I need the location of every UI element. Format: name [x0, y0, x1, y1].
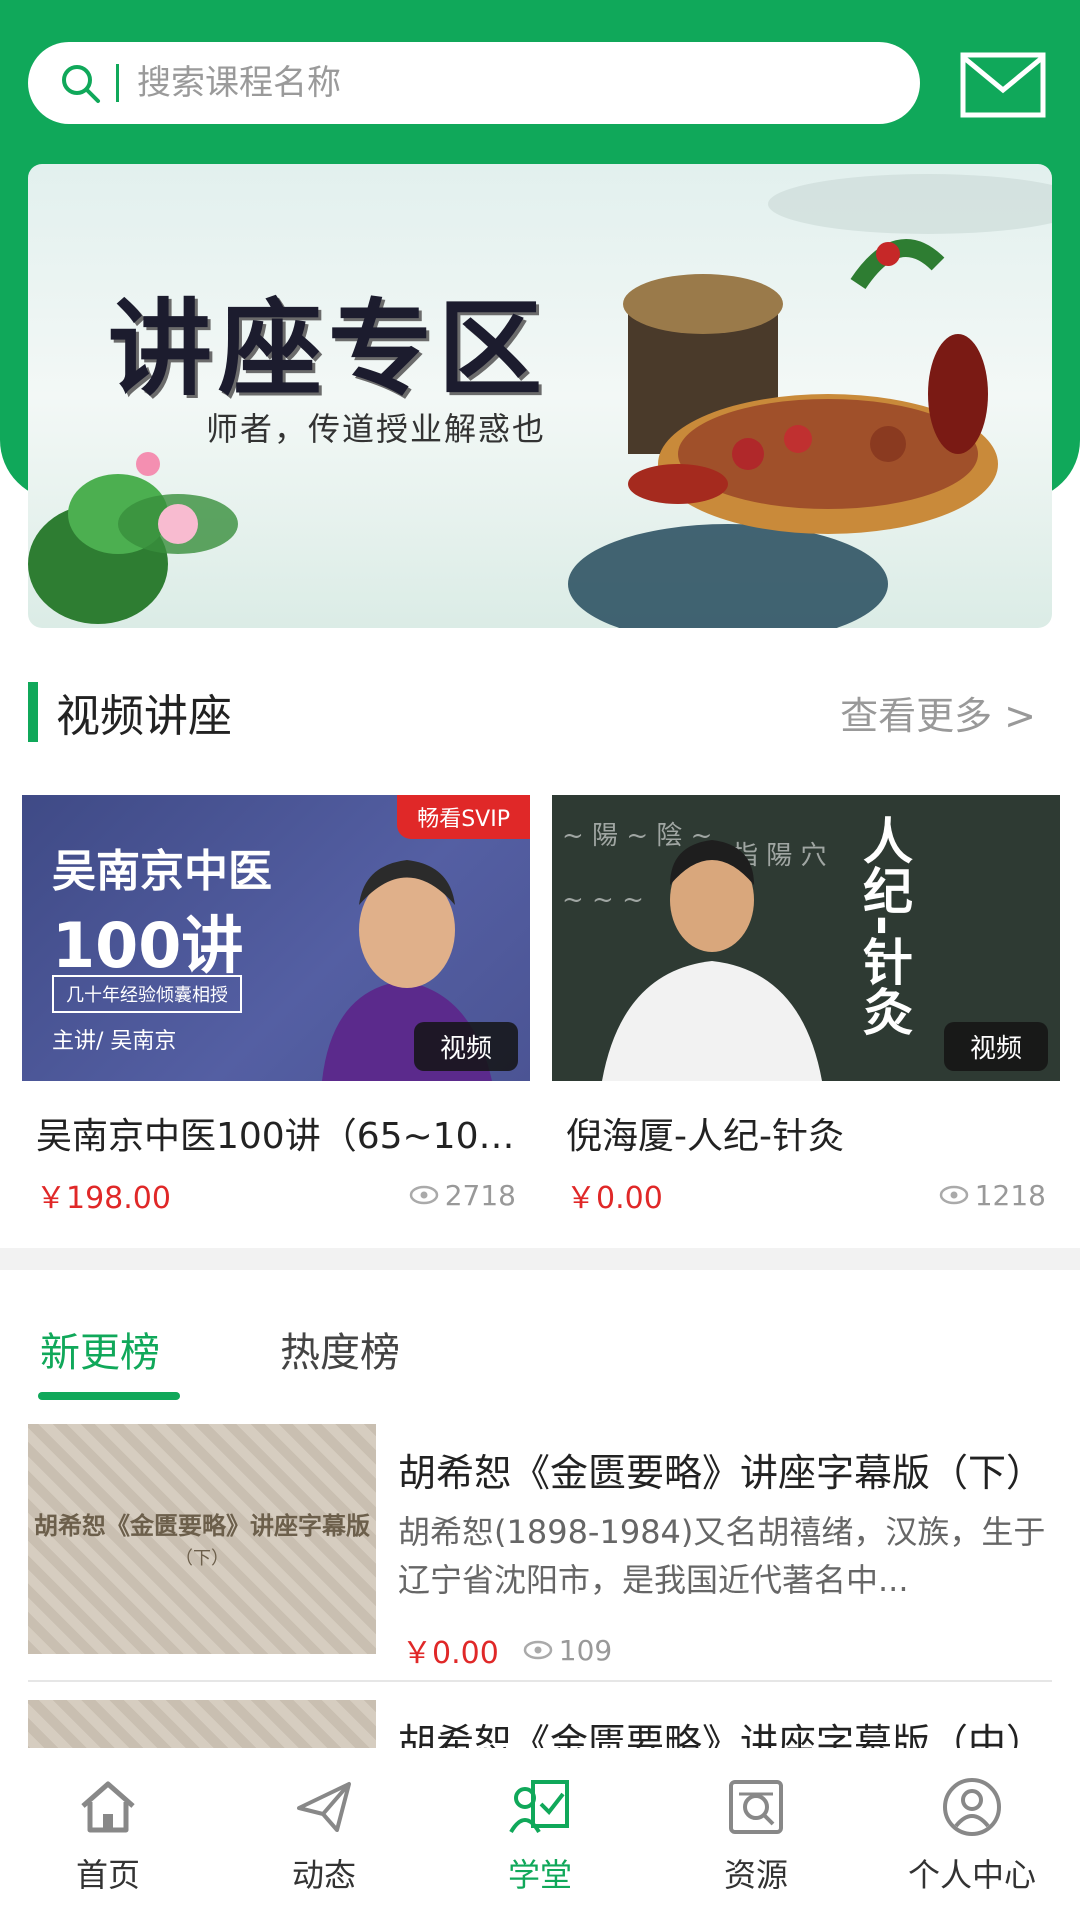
thumb-lecturer: 主讲/ 吴南京: [52, 1029, 177, 1054]
nav-label: 资源: [723, 1856, 788, 1894]
search-input[interactable]: [137, 63, 837, 103]
nav-label: 学堂: [507, 1856, 572, 1894]
ranking-tabs: 新更榜 热度榜: [28, 1300, 508, 1400]
home-icon: [81, 1781, 135, 1833]
course-card[interactable]: 吴南京中医 100讲 几十年经验倾囊相授 主讲/ 吴南京 畅看SVIP 视频 吴…: [22, 795, 530, 1217]
list-separator: [28, 1680, 1052, 1682]
course-thumbnail[interactable]: 吴南京中医 100讲 几十年经验倾囊相授 主讲/ 吴南京 畅看SVIP 视频: [22, 795, 530, 1081]
view-count: 1218: [939, 1179, 1046, 1212]
course-card[interactable]: ~ 陽 ~ 陰 ~ ~ ~ ~ 指 陽 穴 人纪-针灸 视频 倪海厦-人纪-针灸…: [552, 795, 1060, 1217]
thumb-title: 人纪-针灸: [855, 815, 913, 1036]
nav-study[interactable]: 学堂: [432, 1748, 648, 1920]
nav-label: 动态: [291, 1856, 356, 1894]
paper-plane-icon: [297, 1782, 351, 1832]
eye-icon: [523, 1640, 553, 1660]
thumb-number: 100讲: [52, 909, 244, 982]
tab-new[interactable]: 新更榜: [28, 1300, 172, 1400]
course-name[interactable]: 倪海厦-人纪-针灸: [552, 1107, 1052, 1159]
course-price: ￥198.00: [36, 1181, 171, 1216]
eye-icon: [409, 1185, 438, 1205]
course-name[interactable]: 吴南京中医100讲（65~10…: [22, 1107, 522, 1159]
course-price: ￥0.00: [566, 1181, 663, 1216]
course-thumbnail[interactable]: ~ 陽 ~ 陰 ~ ~ ~ ~ 指 陽 穴 人纪-针灸 视频: [552, 795, 1060, 1081]
section-divider: [0, 1248, 1080, 1270]
video-type-badge: 视频: [943, 1022, 1048, 1071]
list-item-title[interactable]: 胡希恕《金匮要略》讲座字幕版（中）: [398, 1712, 1048, 1748]
view-count-value: 109: [558, 1633, 613, 1667]
thumb-note: （下）: [175, 1548, 229, 1569]
resource-search-icon: [729, 1780, 783, 1834]
view-count: 109: [523, 1634, 612, 1667]
search-icon: [62, 65, 100, 103]
mail-icon[interactable]: [960, 52, 1046, 118]
thumb-title: 胡希恕《金匮要略》讲座字幕版: [34, 1512, 370, 1540]
thumb-title: 吴南京中医: [52, 846, 272, 897]
list-item-thumbnail[interactable]: [28, 1700, 376, 1748]
list-item[interactable]: 胡希恕《金匮要略》讲座字幕版（中）: [28, 1700, 1052, 1748]
banner-subtitle: 师者，传道授业解惑也: [206, 410, 547, 448]
promo-banner[interactable]: 讲座专区 师者，传道授业解惑也: [28, 164, 1052, 628]
banner-title: 讲座专区: [108, 288, 549, 410]
svip-badge: 畅看SVIP: [397, 795, 530, 839]
list-item-price: ￥0.00: [402, 1636, 499, 1671]
thumb-subtitle: 几十年经验倾囊相授: [52, 975, 242, 1013]
active-tab-indicator: [38, 1392, 180, 1400]
nav-profile[interactable]: 个人中心: [864, 1748, 1080, 1920]
user-icon: [943, 1778, 1001, 1836]
view-more-link[interactable]: 查看更多 >: [840, 685, 1036, 740]
list-item[interactable]: 胡希恕《金匮要略》讲座字幕版 （下） 胡希恕《金匮要略》讲座字幕版（下） 胡希恕…: [28, 1424, 1052, 1684]
search-cursor: [116, 64, 119, 102]
list-item-title[interactable]: 胡希恕《金匮要略》讲座字幕版（下）: [398, 1442, 1048, 1497]
list-item-thumbnail[interactable]: 胡希恕《金匮要略》讲座字幕版 （下）: [28, 1424, 376, 1654]
study-icon: [509, 1780, 569, 1834]
video-type-badge: 视频: [413, 1022, 518, 1071]
nav-dynamic[interactable]: 动态: [216, 1748, 432, 1920]
video-section-header: 视频讲座 查看更多 >: [28, 680, 1052, 744]
nav-home[interactable]: 首页: [0, 1748, 216, 1920]
eye-icon: [939, 1185, 968, 1205]
nav-label: 首页: [75, 1856, 140, 1894]
view-count-value: 2718: [444, 1178, 516, 1212]
list-item-meta: ￥0.00 109: [402, 1628, 612, 1672]
section-accent-bar: [28, 682, 38, 742]
view-count-value: 1218: [974, 1178, 1046, 1212]
view-count: 2718: [409, 1179, 516, 1212]
bottom-navigation: 首页 动态 学堂 资源 个人中心: [0, 1748, 1080, 1920]
section-title: 视频讲座: [56, 691, 232, 742]
tab-hot[interactable]: 热度榜: [268, 1300, 412, 1400]
search-bar[interactable]: [28, 42, 920, 124]
nav-label: 个人中心: [907, 1856, 1036, 1894]
course-meta: ￥198.00 2718: [22, 1173, 530, 1217]
course-meta: ￥0.00 1218: [552, 1173, 1060, 1217]
nav-resources[interactable]: 资源: [648, 1748, 864, 1920]
list-item-description: 胡希恕(1898-1984)又名胡禧绪，汉族，生于辽宁省沈阳市，是我国近代著名中…: [398, 1513, 1046, 1599]
